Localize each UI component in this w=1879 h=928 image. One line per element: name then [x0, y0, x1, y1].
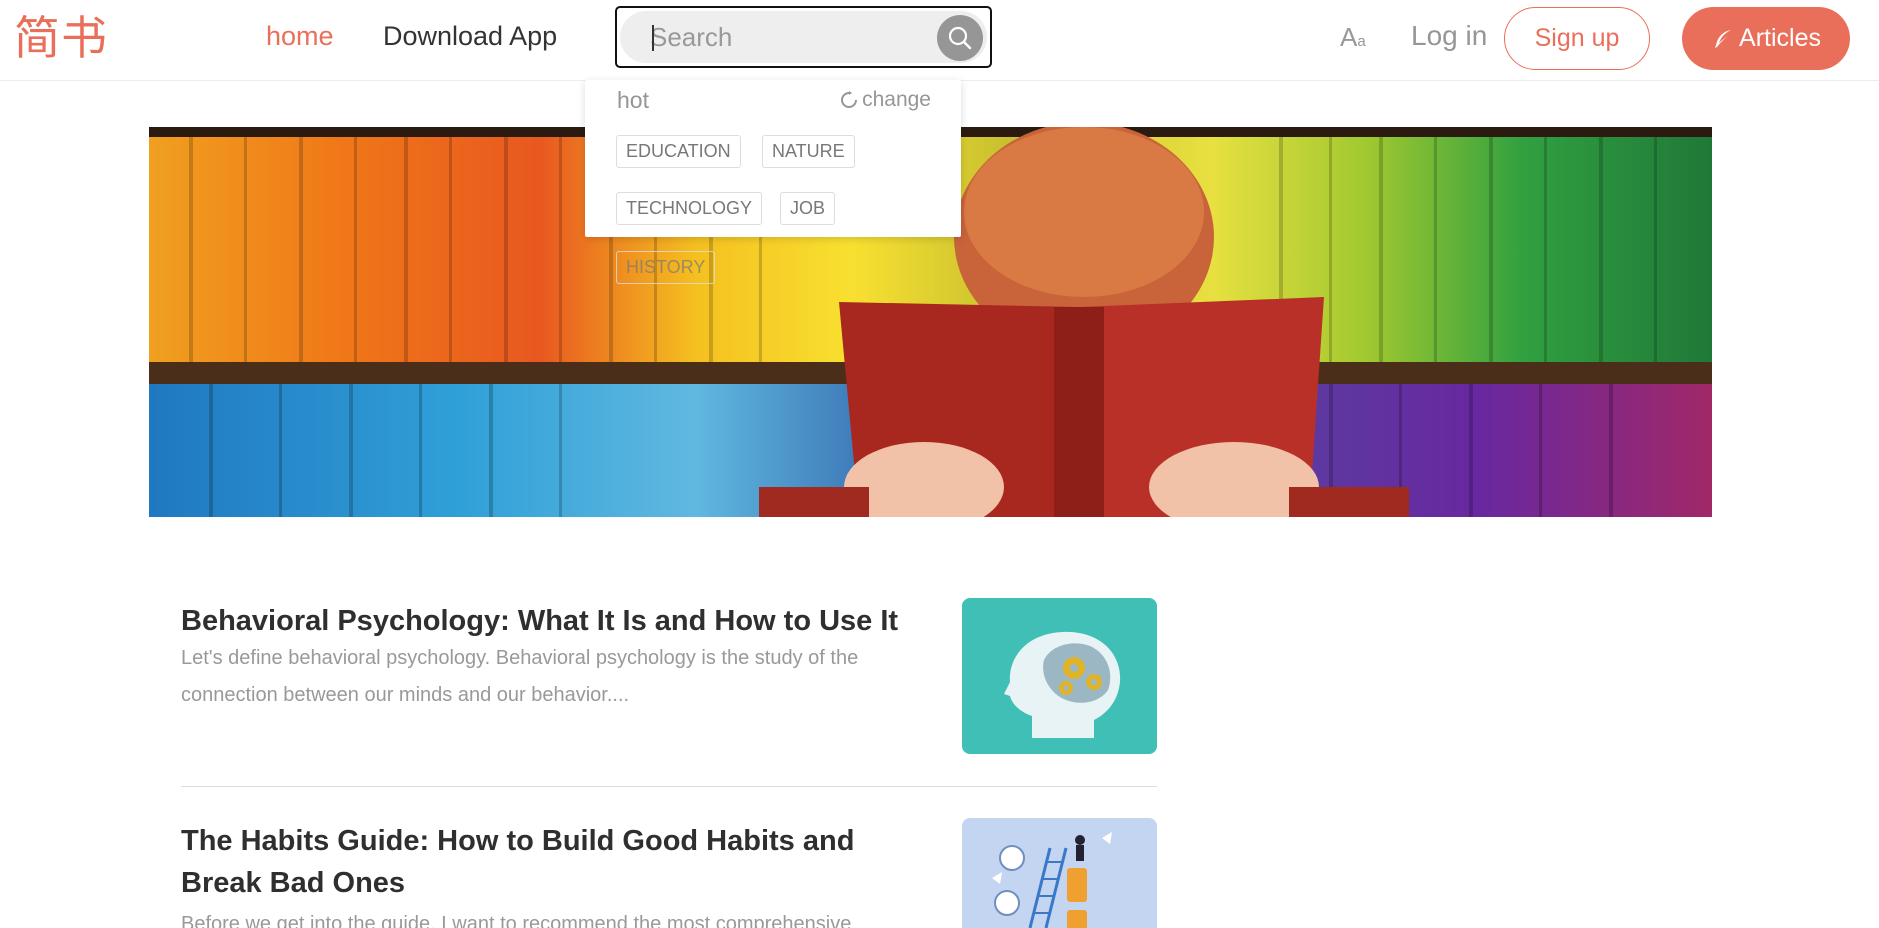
login-link[interactable]: Log in	[1411, 18, 1487, 54]
article-thumbnail[interactable]	[962, 818, 1157, 928]
hot-search-dropdown: hot change EDUCATION NATURE TECHNOLOGY J…	[585, 80, 961, 237]
hot-tag-job[interactable]: JOB	[780, 192, 836, 225]
search-box	[615, 6, 992, 68]
brain-gears-head-icon	[1004, 631, 1121, 738]
search-icon	[948, 26, 972, 50]
hot-title: hot	[617, 87, 649, 113]
font-toggle-big-letter: A	[1340, 22, 1358, 52]
hot-tag-education[interactable]: EDUCATION	[616, 135, 741, 168]
nav-download-app-link[interactable]: Download App	[383, 18, 557, 54]
change-hot-button[interactable]: change	[840, 86, 931, 114]
write-article-button[interactable]: Articles	[1682, 7, 1850, 70]
article-title-line[interactable]: Break Bad Ones	[181, 862, 941, 904]
hot-tag-nature[interactable]: NATURE	[762, 135, 855, 168]
change-label: change	[862, 88, 931, 111]
hot-tag-history[interactable]: HISTORY	[616, 251, 716, 284]
article-title-line[interactable]: The Habits Guide: How to Build Good Habi…	[181, 820, 941, 862]
refresh-icon	[841, 91, 858, 108]
article-divider	[181, 786, 1157, 787]
feather-pen-icon	[1715, 29, 1732, 48]
article-abstract-line: connection between our minds and our beh…	[181, 684, 630, 706]
article-abstract-line: Let's define behavioral psychology. Beha…	[181, 647, 859, 669]
article-list-item: Behavioral Psychology: What It Is and Ho…	[181, 598, 1157, 758]
article-thumbnail[interactable]	[962, 598, 1157, 754]
article-list-item: The Habits Guide: How to Build Good Habi…	[181, 818, 1157, 928]
write-article-label: Articles	[1739, 24, 1821, 52]
text-caret	[652, 25, 654, 51]
search-input[interactable]	[650, 11, 940, 63]
habits-ladder-illustration	[992, 832, 1112, 928]
hot-tag-technology[interactable]: TECHNOLOGY	[616, 192, 763, 225]
nav-home-link[interactable]: home	[266, 18, 334, 54]
font-size-toggle[interactable]: Aa	[1340, 22, 1366, 57]
article-abstract-line: Before we get into the guide, I want to …	[181, 913, 852, 928]
site-logo[interactable]: 简书	[14, 8, 108, 68]
font-toggle-small-letter: a	[1357, 33, 1366, 50]
signup-button[interactable]: Sign up	[1504, 7, 1650, 70]
article-title[interactable]: Behavioral Psychology: What It Is and Ho…	[181, 600, 941, 642]
search-button[interactable]	[937, 15, 983, 61]
top-navbar: 简书 home Download App Aa Log in Sign up A…	[0, 0, 1879, 81]
search-field-wrapper	[620, 11, 987, 63]
